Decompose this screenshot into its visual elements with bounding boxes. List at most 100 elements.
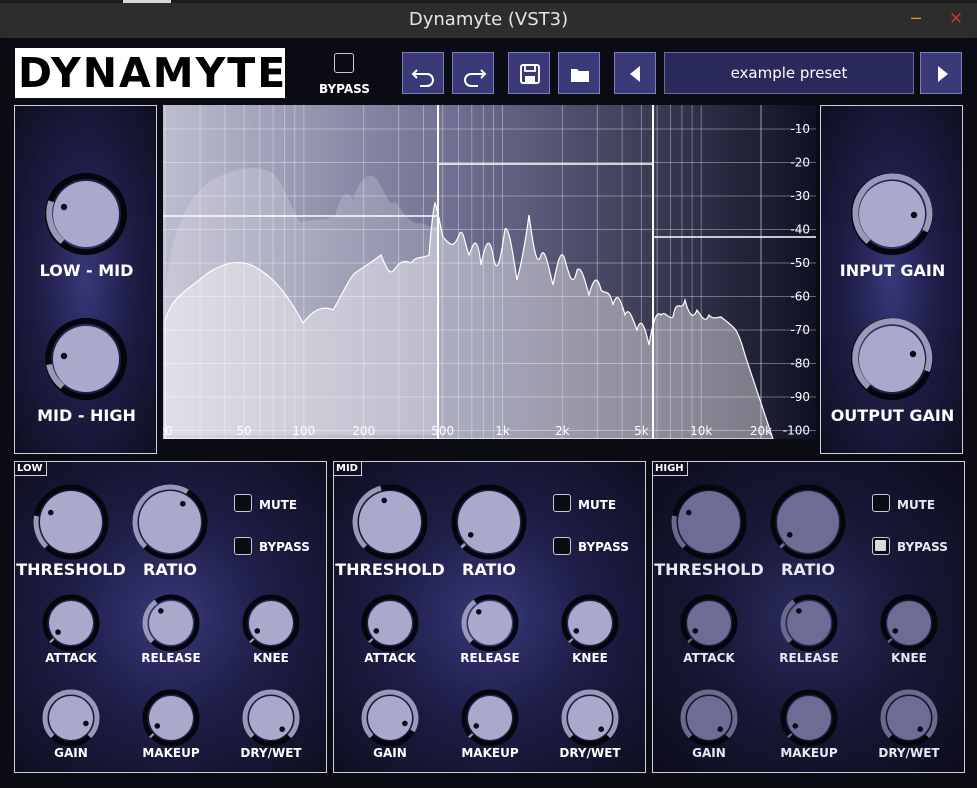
attack-knob[interactable]	[680, 594, 738, 652]
crossover-panel: LOW - MID MID - HIGH	[14, 105, 157, 454]
band-bypass-label: BYPASS	[897, 540, 948, 554]
band-panel-mid: MID THRESHOLD RATIO MUTE BYPASS ATTACK RELEA…	[333, 461, 646, 773]
db-label: -30	[790, 189, 810, 203]
makeup-knob[interactable]	[780, 689, 838, 747]
freq-label: 20	[163, 424, 173, 438]
db-label: -60	[790, 290, 810, 304]
freq-label: 20k	[750, 424, 772, 438]
makeup-label: MAKEUP	[461, 746, 519, 760]
ratio-knob[interactable]	[770, 484, 846, 560]
freq-label: 500	[431, 424, 454, 438]
db-label: -100	[783, 424, 810, 438]
logo: DYNAMYTE	[15, 48, 285, 98]
input-gain-label: INPUT GAIN	[839, 261, 946, 280]
gain-label: GAIN	[692, 746, 726, 760]
attack-knob[interactable]	[361, 594, 419, 652]
db-label: -90	[790, 390, 810, 404]
knee-label: KNEE	[253, 651, 289, 665]
gain-knob[interactable]	[680, 689, 738, 747]
undo-icon	[411, 69, 434, 87]
gain-label: GAIN	[54, 746, 88, 760]
freq-label: 5k	[634, 424, 649, 438]
band-tag: MID	[334, 462, 362, 476]
threshold-knob[interactable]	[352, 484, 428, 560]
open-button[interactable]	[558, 52, 600, 94]
knee-knob[interactable]	[880, 594, 938, 652]
release-label: RELEASE	[460, 651, 520, 665]
preset-name-display[interactable]: example preset	[664, 52, 914, 94]
threshold-knob[interactable]	[671, 484, 747, 560]
mute-label: MUTE	[897, 498, 936, 512]
db-label: -20	[790, 156, 810, 170]
ratio-label: RATIO	[462, 560, 516, 579]
close-icon[interactable]: ✕	[945, 5, 967, 33]
gain-knob[interactable]	[361, 689, 419, 747]
knee-label: KNEE	[891, 651, 927, 665]
freq-label: 200	[352, 424, 375, 438]
mute-checkbox[interactable]	[553, 494, 571, 512]
low-mid-label: LOW - MID	[39, 261, 134, 280]
mute-label: MUTE	[259, 498, 298, 512]
redo-icon	[464, 69, 487, 87]
save-button[interactable]	[508, 52, 550, 94]
taskbar-tab	[123, 0, 171, 3]
mid-high-knob[interactable]	[43, 316, 129, 402]
db-label: -10	[790, 122, 810, 136]
logo-text: DYNAMYTE	[18, 49, 288, 97]
attack-knob[interactable]	[42, 594, 100, 652]
release-knob[interactable]	[780, 594, 838, 652]
low-mid-knob[interactable]	[43, 171, 129, 257]
band-panel-high: HIGH THRESHOLD RATIO MUTE BYPASS ATTACK RELE…	[652, 461, 965, 773]
threshold-knob[interactable]	[33, 484, 109, 560]
input-gain-knob[interactable]	[849, 171, 935, 257]
threshold-label: THRESHOLD	[654, 560, 764, 579]
knee-knob[interactable]	[561, 594, 619, 652]
attack-label: ATTACK	[45, 651, 97, 665]
knee-knob[interactable]	[242, 594, 300, 652]
db-label: -70	[790, 323, 810, 337]
release-knob[interactable]	[142, 594, 200, 652]
undo-button[interactable]	[402, 52, 444, 94]
dry-wet-knob[interactable]	[880, 689, 938, 747]
attack-label: ATTACK	[364, 651, 416, 665]
db-label: -50	[790, 256, 810, 270]
freq-label: 50	[236, 424, 251, 438]
freq-label: 10k	[690, 424, 712, 438]
band-bypass-checkbox[interactable]	[872, 537, 890, 555]
freq-label: 100	[292, 424, 315, 438]
attack-label: ATTACK	[683, 651, 735, 665]
mute-checkbox[interactable]	[234, 494, 252, 512]
gain-label: GAIN	[373, 746, 407, 760]
dry-wet-knob[interactable]	[242, 689, 300, 747]
ratio-knob[interactable]	[451, 484, 527, 560]
output-gain-knob[interactable]	[849, 316, 935, 402]
spectrum-display[interactable]: -10 -20 -30 -40 -50 -60 -70 -80 -90 -100 20 50 100 2…	[163, 105, 816, 439]
band-bypass-checkbox[interactable]	[553, 537, 571, 555]
title-bar: Dynamyte (VST3) ─ ✕	[0, 0, 977, 38]
ratio-knob[interactable]	[132, 484, 208, 560]
knee-label: KNEE	[572, 651, 608, 665]
io-panel: INPUT GAIN OUTPUT GAIN	[820, 105, 963, 454]
makeup-knob[interactable]	[461, 689, 519, 747]
minimize-icon[interactable]: ─	[906, 5, 926, 33]
makeup-label: MAKEUP	[142, 746, 200, 760]
dry-wet-knob[interactable]	[561, 689, 619, 747]
release-knob[interactable]	[461, 594, 519, 652]
makeup-knob[interactable]	[142, 689, 200, 747]
freq-label: 1k	[495, 424, 510, 438]
ratio-label: RATIO	[781, 560, 835, 579]
global-bypass-checkbox[interactable]	[334, 53, 354, 73]
release-label: RELEASE	[141, 651, 201, 665]
dry-wet-label: DRY/WET	[878, 746, 940, 760]
band-bypass-label: BYPASS	[578, 540, 629, 554]
dry-wet-label: DRY/WET	[559, 746, 621, 760]
db-label: -80	[790, 357, 810, 371]
threshold-label: THRESHOLD	[335, 560, 445, 579]
mute-checkbox[interactable]	[872, 494, 890, 512]
band-bypass-checkbox[interactable]	[234, 537, 252, 555]
save-icon	[520, 64, 540, 84]
prev-preset-button[interactable]	[614, 52, 656, 94]
gain-knob[interactable]	[42, 689, 100, 747]
redo-button[interactable]	[452, 52, 494, 94]
next-preset-button[interactable]	[920, 52, 962, 94]
